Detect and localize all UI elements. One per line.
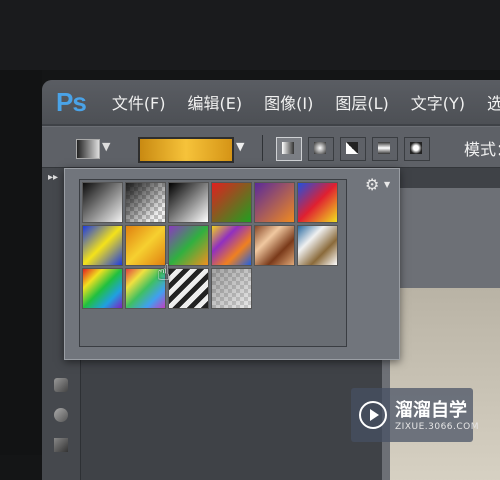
gradient-preset-foreground-to-transparent[interactable]: [125, 182, 166, 223]
options-bar: ▼ ▼ 模式：: [42, 126, 500, 168]
linear-gradient-icon[interactable]: [276, 137, 302, 161]
gear-icon[interactable]: ⚙: [365, 175, 379, 194]
chevron-down-icon[interactable]: ▼: [236, 140, 244, 153]
gradient-preset-orange-yellow-orange[interactable]: [125, 225, 166, 266]
menu-select[interactable]: 选择: [487, 90, 500, 114]
angle-gradient-icon[interactable]: [340, 137, 366, 161]
divider: [262, 135, 263, 161]
chevron-down-icon[interactable]: ▼: [384, 180, 390, 189]
menu-file[interactable]: 文件(F): [112, 90, 166, 114]
gradient-preset-blue-red-yellow[interactable]: [297, 182, 338, 223]
gradient-preset-blue-yellow-blue[interactable]: [82, 225, 123, 266]
menu-layer[interactable]: 图层(L): [335, 90, 388, 114]
gradient-preset-yellow-violet-orange-blue[interactable]: [211, 225, 252, 266]
monitor-bezel-left: [0, 70, 42, 455]
gradient-preset-black-white[interactable]: [168, 182, 209, 223]
watermark-url: ZIXUE.3066.COM: [395, 422, 480, 432]
menu-type[interactable]: 文字(Y): [411, 90, 465, 114]
watermark: 溜溜自学 ZIXUE.3066.COM: [351, 388, 479, 442]
monitor-bezel-top: [0, 0, 500, 70]
clone-stamp-icon[interactable]: [54, 438, 68, 452]
ps-logo: Ps: [56, 86, 87, 117]
tool-preset-picker[interactable]: [76, 139, 100, 159]
gradient-preset-violet-green-orange[interactable]: [168, 225, 209, 266]
brush-icon[interactable]: [54, 408, 68, 422]
chevron-down-icon[interactable]: ▼: [102, 140, 110, 153]
play-logo-icon: [359, 401, 387, 429]
gradient-preset-violet-orange[interactable]: [254, 182, 295, 223]
menu-image[interactable]: 图像(I): [264, 90, 313, 114]
gradient-preset-foreground-to-background[interactable]: [82, 182, 123, 223]
mode-label: 模式：: [464, 140, 500, 159]
gradient-preset-chrome[interactable]: [297, 225, 338, 266]
gradient-preset-red-green[interactable]: [211, 182, 252, 223]
menu-edit[interactable]: 编辑(E): [188, 90, 243, 114]
gradient-preset-copper[interactable]: [254, 225, 295, 266]
eyedropper-icon[interactable]: [54, 378, 68, 392]
canvas[interactable]: [390, 288, 500, 480]
gradient-preset-transparent-stripes[interactable]: [168, 268, 209, 309]
reflected-gradient-icon[interactable]: [372, 137, 398, 161]
watermark-title: 溜溜自学: [395, 400, 467, 421]
gradient-preset-spectrum[interactable]: [82, 268, 123, 309]
gradient-presets-grid: [79, 179, 347, 347]
gradient-preset-neutral-density[interactable]: [211, 268, 252, 309]
collapse-panel-icon[interactable]: ▸▸: [48, 172, 58, 183]
diamond-gradient-icon[interactable]: [404, 137, 430, 161]
menu-bar: Ps 文件(F) 编辑(E) 图像(I) 图层(L) 文字(Y) 选择: [42, 80, 500, 124]
gradient-swatch[interactable]: [138, 137, 234, 163]
hand-cursor-icon: ☝: [157, 261, 171, 286]
gradient-picker-panel: ⚙ ▼ ☝: [64, 168, 400, 360]
radial-gradient-icon[interactable]: [308, 137, 334, 161]
